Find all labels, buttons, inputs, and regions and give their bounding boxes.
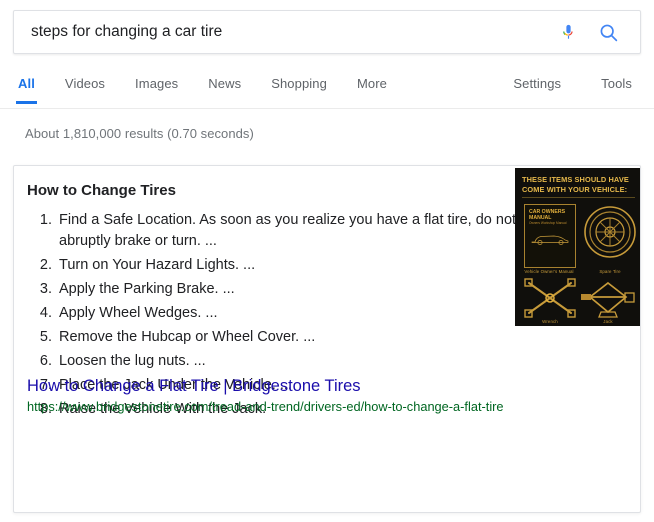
thumbnail-label-wrench: Wrench xyxy=(542,319,558,324)
list-item: Find a Safe Location. As soon as you rea… xyxy=(56,210,526,251)
car-illustration xyxy=(531,235,569,245)
result-title-link[interactable]: How to Change a Flat Tire | Bridgestone … xyxy=(27,376,361,396)
tab-tools[interactable]: Tools xyxy=(601,72,632,104)
nav-tabs-right: Settings Tools xyxy=(473,72,632,104)
thumbnail-label-spare-tire: Spare Tire xyxy=(599,269,621,274)
featured-snippet-card: How to Change Tires Find a Safe Location… xyxy=(13,165,641,513)
list-item: Remove the Hubcap or Wheel Cover. ... xyxy=(56,327,526,348)
result-url[interactable]: https://www.bridgestonetire.com/tread-an… xyxy=(27,399,504,415)
thumbnail-divider xyxy=(522,197,635,198)
tab-images[interactable]: Images xyxy=(135,72,178,104)
thumbnail-heading: THESE ITEMS SHOULD HAVE COME WITH YOUR V… xyxy=(522,175,629,194)
microphone-icon[interactable] xyxy=(556,19,580,45)
spare-tire-icon xyxy=(584,206,636,258)
thumbnail-artwork: THESE ITEMS SHOULD HAVE COME WITH YOUR V… xyxy=(515,168,640,326)
tab-settings[interactable]: Settings xyxy=(513,72,561,104)
list-item: Turn on Your Hazard Lights. ... xyxy=(56,255,526,276)
scissor-jack-icon xyxy=(581,281,635,318)
tab-all[interactable]: All xyxy=(16,72,37,104)
thumbnail-label-jack: Jack xyxy=(603,319,613,324)
tab-more[interactable]: More xyxy=(357,72,387,104)
search-bar-actions xyxy=(556,19,640,45)
list-item: Loosen the lug nuts. ... xyxy=(56,351,526,372)
search-icon[interactable] xyxy=(596,19,620,45)
search-input[interactable] xyxy=(14,11,556,53)
search-bar[interactable] xyxy=(13,10,641,54)
list-item: Apply the Parking Brake. ... xyxy=(56,279,526,300)
source-result: How to Change a Flat Tire | Bridgestone … xyxy=(14,376,504,415)
lug-wrench-icon xyxy=(524,278,576,318)
manual-subtitle: Owners Workshop Manual xyxy=(529,221,567,225)
result-stats: About 1,810,000 results (0.70 seconds) xyxy=(25,126,254,141)
snippet-thumbnail-image[interactable]: THESE ITEMS SHOULD HAVE COME WITH YOUR V… xyxy=(515,168,640,326)
tab-shopping[interactable]: Shopping xyxy=(271,72,327,104)
snippet-title: How to Change Tires xyxy=(27,182,176,199)
list-item: Apply Wheel Wedges. ... xyxy=(56,303,526,324)
search-nav-tabs: All Videos Images News Shopping More Set… xyxy=(0,72,654,109)
owners-manual-icon: CAR OWNERS MANUAL Owners Workshop Manual xyxy=(524,204,576,268)
nav-tabs-left: All Videos Images News Shopping More xyxy=(16,72,417,104)
thumbnail-label-manual: Vehicle Owner's Manual xyxy=(524,269,574,274)
tab-videos[interactable]: Videos xyxy=(65,72,105,104)
tab-news[interactable]: News xyxy=(208,72,241,104)
